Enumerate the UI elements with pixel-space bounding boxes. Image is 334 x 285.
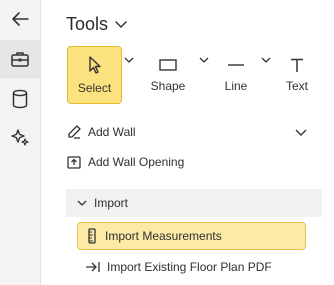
line-icon: [228, 64, 244, 66]
import-floor-plan-row[interactable]: Import Existing Floor Plan PDF: [85, 254, 315, 280]
add-wall-opening-label: Add Wall Opening: [88, 155, 185, 169]
chevron-down-icon: [77, 200, 87, 206]
rail-ai-button[interactable]: [0, 118, 40, 156]
select-tool-button[interactable]: Select: [67, 46, 122, 104]
line-options-caret[interactable]: [259, 55, 273, 65]
import-measurements-button[interactable]: Import Measurements: [77, 222, 306, 250]
rectangle-icon: [159, 59, 177, 71]
import-section-title: Import: [94, 196, 129, 210]
shape-tool-label: Shape: [150, 79, 186, 93]
shape-tool-button[interactable]: Shape: [144, 46, 192, 104]
add-wall-row[interactable]: Add Wall: [66, 119, 316, 145]
add-wall-opening-row[interactable]: Add Wall Opening: [66, 149, 316, 175]
chevron-down-icon: [261, 57, 271, 63]
select-options-caret[interactable]: [122, 55, 136, 65]
page-title: Tools: [66, 13, 109, 34]
back-button[interactable]: [0, 0, 40, 38]
cursor-icon: [88, 56, 101, 74]
sparkles-icon: [11, 129, 29, 146]
chevron-down-icon: [115, 21, 127, 29]
shape-options-caret[interactable]: [197, 55, 211, 65]
add-wall-expand[interactable]: [294, 125, 308, 139]
panel-header[interactable]: Tools: [66, 12, 128, 36]
wall-opening-icon: [66, 154, 82, 170]
select-tool-label: Select: [77, 81, 112, 95]
toolbox-icon: [11, 52, 29, 67]
line-tool-label: Line: [224, 79, 248, 93]
import-measurements-label: Import Measurements: [105, 229, 222, 243]
import-arrow-icon: [85, 259, 101, 275]
import-section-header[interactable]: Import: [66, 189, 322, 217]
left-rail: [0, 0, 41, 285]
ruler-icon: [88, 228, 96, 244]
import-floor-plan-label: Import Existing Floor Plan PDF: [107, 260, 272, 274]
text-tool-button[interactable]: Text: [280, 46, 314, 104]
back-arrow-icon: [12, 12, 29, 26]
database-icon: [12, 89, 28, 109]
add-wall-label: Add Wall: [88, 125, 136, 139]
tools-panel: Tools Select Shape Line Text Add Wall Ad…: [0, 0, 334, 285]
wall-pen-icon: [66, 124, 82, 140]
text-tool-label: Text: [285, 79, 308, 93]
chevron-down-icon: [295, 129, 307, 136]
chevron-down-icon: [199, 57, 209, 63]
rail-tools-button[interactable]: [0, 40, 40, 78]
rail-database-button[interactable]: [0, 80, 40, 118]
line-tool-button[interactable]: Line: [215, 46, 257, 104]
chevron-down-icon: [124, 57, 134, 63]
text-icon: [291, 58, 303, 72]
